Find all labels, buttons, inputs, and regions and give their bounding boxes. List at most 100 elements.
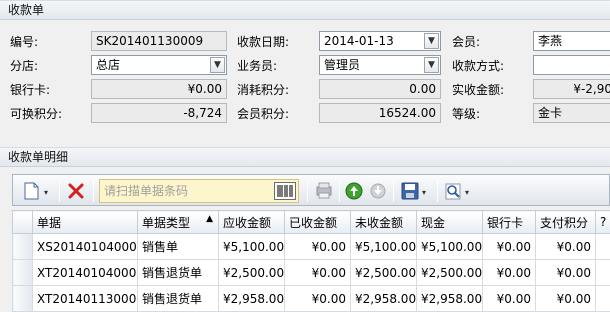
save-button[interactable]: ▾ bbox=[399, 179, 433, 203]
table-cell[interactable]: ¥0.00 bbox=[536, 260, 596, 286]
cancel-button[interactable] bbox=[367, 179, 389, 203]
table-cell[interactable]: 0 bbox=[596, 234, 610, 260]
new-doc-button[interactable]: ▾ bbox=[21, 179, 55, 203]
svg-text:▾: ▾ bbox=[422, 188, 426, 197]
column-header[interactable]: 支付积分 bbox=[536, 211, 596, 234]
column-header[interactable]: 单据 bbox=[33, 211, 138, 234]
barcode-icon[interactable] bbox=[274, 182, 296, 200]
table-cell[interactable]: ¥0.00 bbox=[285, 286, 351, 312]
column-header-label: 单据类型 bbox=[142, 216, 190, 230]
section-header-detail: 收款单明细 bbox=[0, 147, 610, 167]
table-row[interactable]: XS201401040001 销售单 ¥5,100.00 ¥0.00 ¥5,10… bbox=[13, 234, 610, 260]
row-selector[interactable] bbox=[13, 260, 33, 286]
table-cell[interactable]: ¥2,500.00 bbox=[417, 260, 483, 286]
column-header[interactable]: 未收金额 bbox=[351, 211, 417, 234]
table-cell[interactable]: ¥2,500.00 bbox=[219, 260, 285, 286]
table-cell[interactable]: ¥5,100.00 bbox=[351, 234, 417, 260]
search-icon: ▾ bbox=[443, 179, 477, 203]
table-cell[interactable]: ¥2,958.00 bbox=[417, 286, 483, 312]
bill-no-field[interactable]: SK201401130009 bbox=[91, 31, 227, 51]
search-button[interactable]: ▾ bbox=[443, 179, 477, 203]
salesman-select[interactable]: 管理员 ▼ bbox=[319, 55, 441, 75]
pay-method-label: 收款方式: bbox=[452, 57, 504, 75]
row-selector[interactable] bbox=[13, 234, 33, 260]
receipt-detail-table: 单据 单据类型 ▲ 应收金额 已收金额 未收金额 现金 银行卡 支付积分 ? X… bbox=[12, 210, 610, 312]
pay-method-select[interactable] bbox=[533, 55, 610, 75]
section-title: 收款单 bbox=[8, 3, 44, 17]
table-cell[interactable]: 销售退货单 bbox=[138, 286, 219, 312]
table-cell[interactable]: ¥0.00 bbox=[536, 234, 596, 260]
table-cell[interactable]: ¥5,100.00 bbox=[417, 234, 483, 260]
column-header[interactable]: ? bbox=[596, 211, 610, 234]
confirm-button[interactable] bbox=[343, 179, 365, 203]
column-header[interactable]: 应收金额 bbox=[219, 211, 285, 234]
column-header[interactable]: 银行卡 bbox=[483, 211, 536, 234]
table-cell[interactable]: ¥2,500.00 bbox=[351, 260, 417, 286]
table-row[interactable]: XT201401130004 销售退货单 ¥2,958.00 ¥0.00 ¥2,… bbox=[13, 286, 610, 312]
level-label: 等级: bbox=[452, 105, 480, 123]
salesman-label: 业务员: bbox=[237, 57, 277, 75]
branch-label: 分店: bbox=[10, 57, 38, 75]
chevron-down-icon[interactable]: ▼ bbox=[424, 57, 439, 73]
table-header-row: 单据 单据类型 ▲ 应收金额 已收金额 未收金额 现金 银行卡 支付积分 ? bbox=[13, 211, 610, 234]
row-header-corner bbox=[13, 211, 33, 234]
table-cell[interactable]: ¥0.00 bbox=[483, 260, 536, 286]
actual-amount-value: ¥-2,90 bbox=[573, 82, 610, 96]
salesman-value: 管理员 bbox=[324, 58, 360, 72]
scan-input[interactable]: 请扫描单据条码 bbox=[104, 180, 272, 202]
actual-amount-field[interactable]: ¥-2,90 bbox=[533, 79, 610, 99]
points-used-value: 0.00 bbox=[409, 82, 436, 96]
confirm-icon bbox=[343, 179, 365, 203]
table-cell[interactable]: XT201401130004 bbox=[33, 286, 138, 312]
branch-select[interactable]: 总店 ▼ bbox=[91, 55, 227, 75]
bill-no-label: 编号: bbox=[10, 33, 38, 51]
level-field[interactable]: 金卡 bbox=[533, 103, 610, 123]
bank-card-field[interactable]: ¥0.00 bbox=[91, 79, 227, 99]
save-icon: ▾ bbox=[399, 179, 433, 203]
bank-card-label: 银行卡: bbox=[10, 81, 50, 99]
table-cell[interactable]: ¥0.00 bbox=[285, 260, 351, 286]
table-cell[interactable]: ¥2,958.00 bbox=[351, 286, 417, 312]
member-points-value: 16524.00 bbox=[379, 106, 436, 120]
table-cell[interactable]: ¥0.00 bbox=[536, 286, 596, 312]
points-used-field[interactable]: 0.00 bbox=[319, 79, 441, 99]
table-cell[interactable]: ¥5,100.00 bbox=[219, 234, 285, 260]
column-header-sorted[interactable]: 单据类型 ▲ bbox=[138, 211, 219, 234]
bank-card-value: ¥0.00 bbox=[188, 82, 222, 96]
chevron-down-icon[interactable]: ▼ bbox=[210, 57, 225, 73]
row-selector[interactable] bbox=[13, 286, 33, 312]
level-value: 金卡 bbox=[538, 106, 562, 120]
table-cell[interactable]: XT201401040001 bbox=[33, 260, 138, 286]
date-value: 2014-01-13 bbox=[324, 34, 394, 48]
scan-box[interactable]: 请扫描单据条码 bbox=[99, 179, 299, 203]
table-cell[interactable]: 0 bbox=[596, 260, 610, 286]
print-button[interactable] bbox=[313, 179, 335, 203]
table-cell[interactable]: 0 bbox=[596, 286, 610, 312]
table-row[interactable]: XT201401040001 销售退货单 ¥2,500.00 ¥0.00 ¥2,… bbox=[13, 260, 610, 286]
table-cell[interactable]: ¥0.00 bbox=[483, 286, 536, 312]
column-header[interactable]: 现金 bbox=[417, 211, 483, 234]
table-cell[interactable]: ¥0.00 bbox=[285, 234, 351, 260]
section-header-receipt: 收款单 bbox=[0, 0, 610, 20]
member-field[interactable]: 李燕 bbox=[533, 31, 610, 51]
date-label: 收款日期: bbox=[237, 33, 289, 51]
branch-value: 总店 bbox=[96, 58, 120, 72]
table-cell[interactable]: ¥0.00 bbox=[483, 234, 536, 260]
date-picker[interactable]: 2014-01-13 ▼ bbox=[319, 31, 441, 51]
member-label: 会员: bbox=[452, 33, 480, 51]
table-cell[interactable]: XS201401040001 bbox=[33, 234, 138, 260]
chevron-down-icon[interactable]: ▼ bbox=[424, 33, 439, 49]
table-cell[interactable]: 销售单 bbox=[138, 234, 219, 260]
delete-button[interactable] bbox=[65, 179, 87, 203]
member-points-field[interactable]: 16524.00 bbox=[319, 103, 441, 123]
member-value: 李燕 bbox=[538, 34, 562, 48]
actual-amount-label: 实收金额: bbox=[452, 81, 504, 99]
table-cell[interactable]: 销售退货单 bbox=[138, 260, 219, 286]
table-cell[interactable]: ¥2,958.00 bbox=[219, 286, 285, 312]
column-header[interactable]: 已收金额 bbox=[285, 211, 351, 234]
delete-icon bbox=[65, 179, 87, 203]
exchangeable-points-field[interactable]: -8,724 bbox=[91, 103, 227, 123]
section-title-detail: 收款单明细 bbox=[8, 150, 68, 164]
new-doc-icon: ▾ bbox=[21, 179, 55, 203]
points-used-label: 消耗积分: bbox=[237, 81, 289, 99]
